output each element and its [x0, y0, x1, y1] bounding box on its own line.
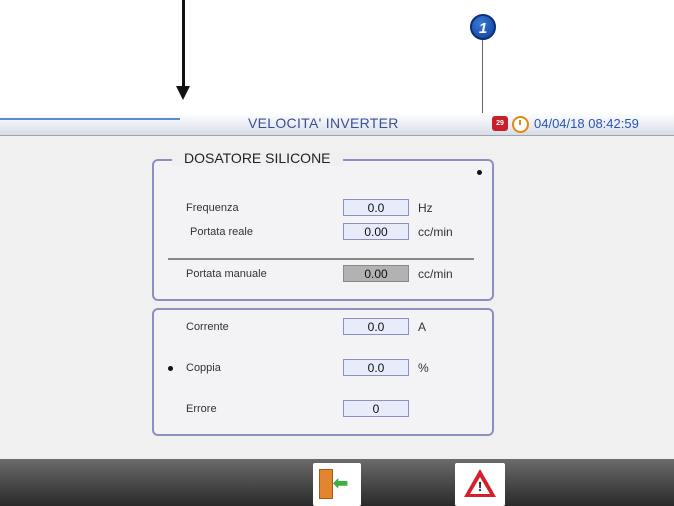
coppia-unit: %	[418, 361, 429, 375]
back-arrow-icon: ⬅	[333, 473, 349, 493]
divider	[168, 258, 474, 260]
coppia-label: Coppia	[186, 362, 221, 374]
portata-manuale-label: Portata manuale	[186, 268, 267, 280]
datetime-display: 04/04/18 08:42:59	[534, 116, 639, 131]
frequenza-unit: Hz	[418, 201, 433, 215]
title-bar: VELOCITA' INVERTER 29 04/04/18 08:42:59	[0, 113, 674, 136]
callout-badge: 1	[470, 14, 496, 40]
alarm-button[interactable]: !	[455, 463, 505, 506]
frequenza-label: Frequenza	[186, 202, 239, 214]
portata-manuale-input[interactable]: 0.00	[343, 265, 409, 282]
portata-reale-label: Portata reale	[190, 226, 253, 238]
portata-manuale-unit: cc/min	[418, 267, 453, 281]
callout-target-dot	[477, 170, 482, 175]
panel-title: DOSATORE SILICONE	[172, 150, 343, 166]
hmi-screen: VELOCITA' INVERTER 29 04/04/18 08:42:59 …	[0, 113, 674, 506]
frequenza-value: 0.0	[343, 199, 409, 216]
page-title: VELOCITA' INVERTER	[248, 115, 399, 131]
errore-value: 0	[343, 400, 409, 417]
portata-reale-value: 0.00	[343, 223, 409, 240]
title-accent-line	[0, 118, 180, 120]
exclamation-icon: !	[477, 479, 483, 494]
clock-icon[interactable]	[512, 116, 529, 133]
exit-button[interactable]: ⬅	[313, 463, 361, 506]
errore-label: Errore	[186, 403, 217, 415]
annotation-arrow-head	[176, 86, 190, 100]
corrente-value: 0.0	[343, 318, 409, 335]
annotation-dot	[168, 366, 173, 371]
corrente-unit: A	[418, 320, 427, 334]
annotation-arrow-line	[182, 0, 185, 90]
corrente-label: Corrente	[186, 321, 229, 333]
coppia-value: 0.0	[343, 359, 409, 376]
portata-reale-unit: cc/min	[418, 225, 453, 239]
phone-icon[interactable]: 29	[492, 116, 508, 131]
exit-door-icon	[319, 469, 333, 499]
